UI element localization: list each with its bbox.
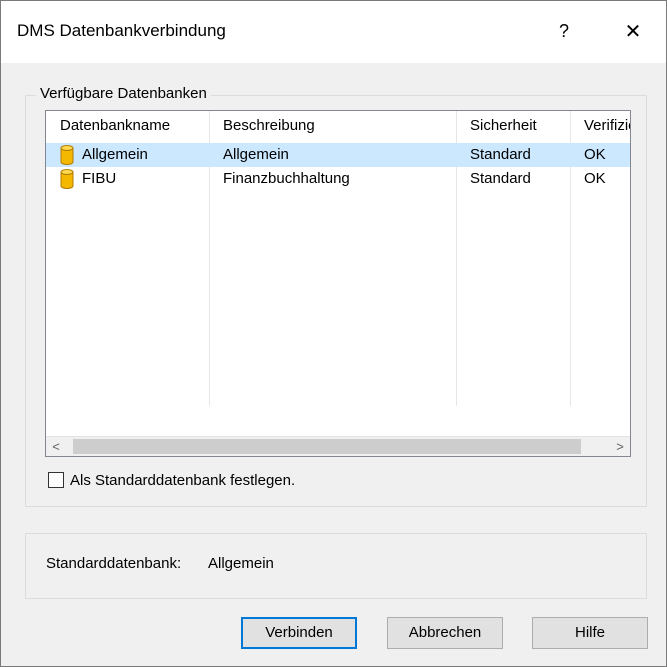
column-header-description[interactable]: Beschreibung (209, 111, 456, 141)
cell-name: Allgemein (82, 146, 148, 163)
cell-verified: OK (584, 146, 606, 163)
set-default-checkbox[interactable] (48, 472, 64, 488)
cell-description: Finanzbuchhaltung (223, 170, 350, 187)
default-database-info: Standarddatenbank: Allgemein (25, 533, 647, 599)
list-header: Datenbankname Beschreibung Sicherheit Ve… (46, 111, 630, 141)
column-header-security[interactable]: Sicherheit (456, 111, 570, 141)
scroll-left-icon[interactable]: < (46, 437, 66, 456)
help-icon[interactable]: ? (546, 15, 582, 47)
available-databases-group: Verfügbare Datenbanken Datenbankname Bes… (25, 85, 647, 507)
cell-verified: OK (584, 170, 606, 187)
database-connection-dialog: DMS Datenbankverbindung ? ✕ Verfügbare D… (0, 0, 667, 667)
group-legend: Verfügbare Datenbanken (36, 85, 211, 102)
cell-security: Standard (470, 146, 531, 163)
default-database-value: Allgemein (208, 555, 274, 572)
cell-name: FIBU (82, 170, 117, 187)
default-database-label: Standarddatenbank: (46, 555, 182, 572)
cell-description: Allgemein (223, 146, 289, 163)
connect-button[interactable]: Verbinden (241, 617, 357, 649)
set-default-label[interactable]: Als Standarddatenbank festlegen. (70, 472, 295, 489)
help-button[interactable]: Hilfe (532, 617, 648, 649)
database-list[interactable]: Datenbankname Beschreibung Sicherheit Ve… (45, 110, 631, 457)
column-header-verified[interactable]: Verifizie (570, 111, 630, 141)
close-icon[interactable]: ✕ (615, 15, 651, 47)
title-bar: DMS Datenbankverbindung ? ✕ (1, 1, 666, 63)
scrollbar-thumb[interactable] (73, 439, 581, 454)
scroll-right-icon[interactable]: > (610, 437, 630, 456)
cell-security: Standard (470, 170, 531, 187)
set-default-checkbox-row[interactable]: Als Standarddatenbank festlegen. (48, 470, 295, 490)
table-row[interactable]: Allgemein Allgemein Standard OK (46, 143, 630, 167)
column-header-name[interactable]: Datenbankname (46, 111, 209, 141)
window-title: DMS Datenbankverbindung (17, 21, 226, 40)
table-row[interactable]: FIBU Finanzbuchhaltung Standard OK (46, 167, 630, 191)
horizontal-scrollbar[interactable]: < > (46, 436, 630, 456)
cancel-button[interactable]: Abbrechen (387, 617, 503, 649)
